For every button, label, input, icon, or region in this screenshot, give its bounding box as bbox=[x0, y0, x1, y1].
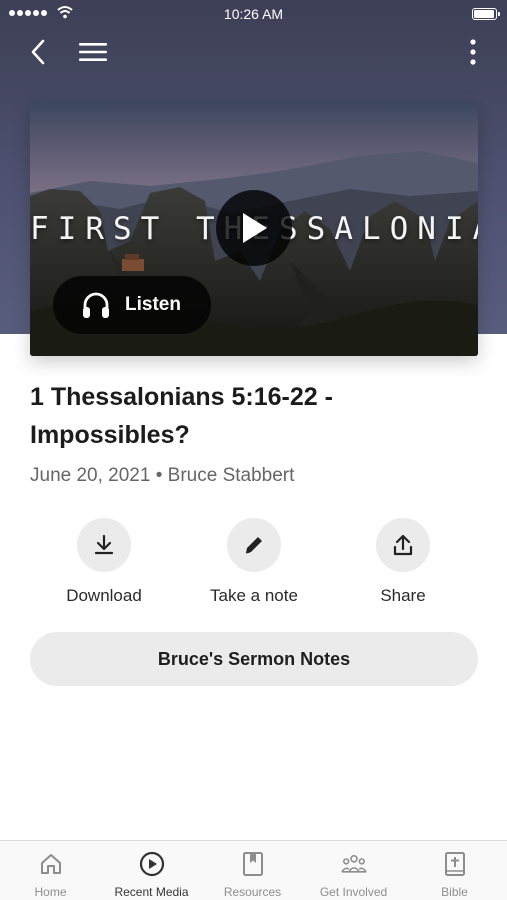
download-label: Download bbox=[66, 586, 142, 605]
download-action[interactable]: Download bbox=[34, 518, 174, 606]
tab-home-label: Home bbox=[34, 885, 67, 899]
sermon-speaker: Bruce Stabbert bbox=[167, 465, 295, 486]
sermon-title: 1 Thessalonians 5:16-22 - Impossibles? bbox=[30, 383, 333, 449]
sermon-artwork: FIRST THESSALONIANS Listen bbox=[30, 101, 478, 356]
people-icon bbox=[340, 854, 367, 873]
chevron-left-icon bbox=[31, 39, 45, 65]
share-action[interactable]: Share bbox=[333, 518, 473, 606]
tab-resources[interactable]: Resources bbox=[202, 841, 303, 900]
take-note-button[interactable] bbox=[227, 518, 281, 572]
tab-recent-media-label: Recent Media bbox=[114, 885, 189, 899]
bible-icon bbox=[444, 852, 465, 876]
menu-button[interactable] bbox=[76, 36, 110, 68]
tab-get-involved-label: Get Involved bbox=[319, 885, 388, 899]
share-icon bbox=[393, 534, 413, 556]
more-vertical-icon bbox=[470, 39, 476, 65]
hamburger-menu-icon bbox=[79, 43, 107, 61]
tab-bible[interactable]: Bible bbox=[404, 841, 505, 900]
download-icon bbox=[94, 534, 114, 555]
bookmark-icon bbox=[242, 852, 263, 876]
tab-bible-label: Bible bbox=[441, 885, 468, 899]
more-options-button[interactable] bbox=[463, 36, 483, 68]
listen-label: Listen bbox=[125, 294, 181, 315]
status-time: 10:26 AM bbox=[223, 6, 284, 22]
pencil-icon bbox=[245, 537, 262, 554]
sermon-meta: June 20, 2021 • Bruce Stabbert bbox=[30, 465, 294, 487]
sermon-notes-button[interactable]: Bruce's Sermon Notes bbox=[30, 632, 478, 686]
tab-resources-label: Resources bbox=[223, 885, 282, 899]
tab-home[interactable]: Home bbox=[0, 841, 101, 900]
take-note-action[interactable]: Take a note bbox=[184, 518, 324, 606]
tab-recent-media[interactable]: Recent Media bbox=[101, 841, 202, 900]
play-icon bbox=[243, 213, 267, 243]
headphones-icon bbox=[83, 292, 109, 318]
battery-icon bbox=[472, 8, 500, 20]
play-circle-icon bbox=[139, 851, 164, 877]
download-button[interactable] bbox=[77, 518, 131, 572]
tab-bar: Home Recent Media Resources Get Involved… bbox=[0, 840, 507, 900]
play-button[interactable] bbox=[216, 190, 292, 266]
share-button[interactable] bbox=[376, 518, 430, 572]
listen-button[interactable]: Listen bbox=[53, 276, 211, 334]
sermon-date: June 20, 2021 bbox=[30, 465, 151, 486]
home-icon bbox=[40, 854, 61, 874]
share-label: Share bbox=[380, 586, 426, 605]
meta-separator: • bbox=[155, 465, 163, 486]
back-button[interactable] bbox=[22, 36, 54, 68]
status-bar: 10:26 AM bbox=[0, 0, 507, 28]
tab-get-involved[interactable]: Get Involved bbox=[303, 841, 404, 900]
take-note-label: Take a note bbox=[210, 586, 298, 605]
